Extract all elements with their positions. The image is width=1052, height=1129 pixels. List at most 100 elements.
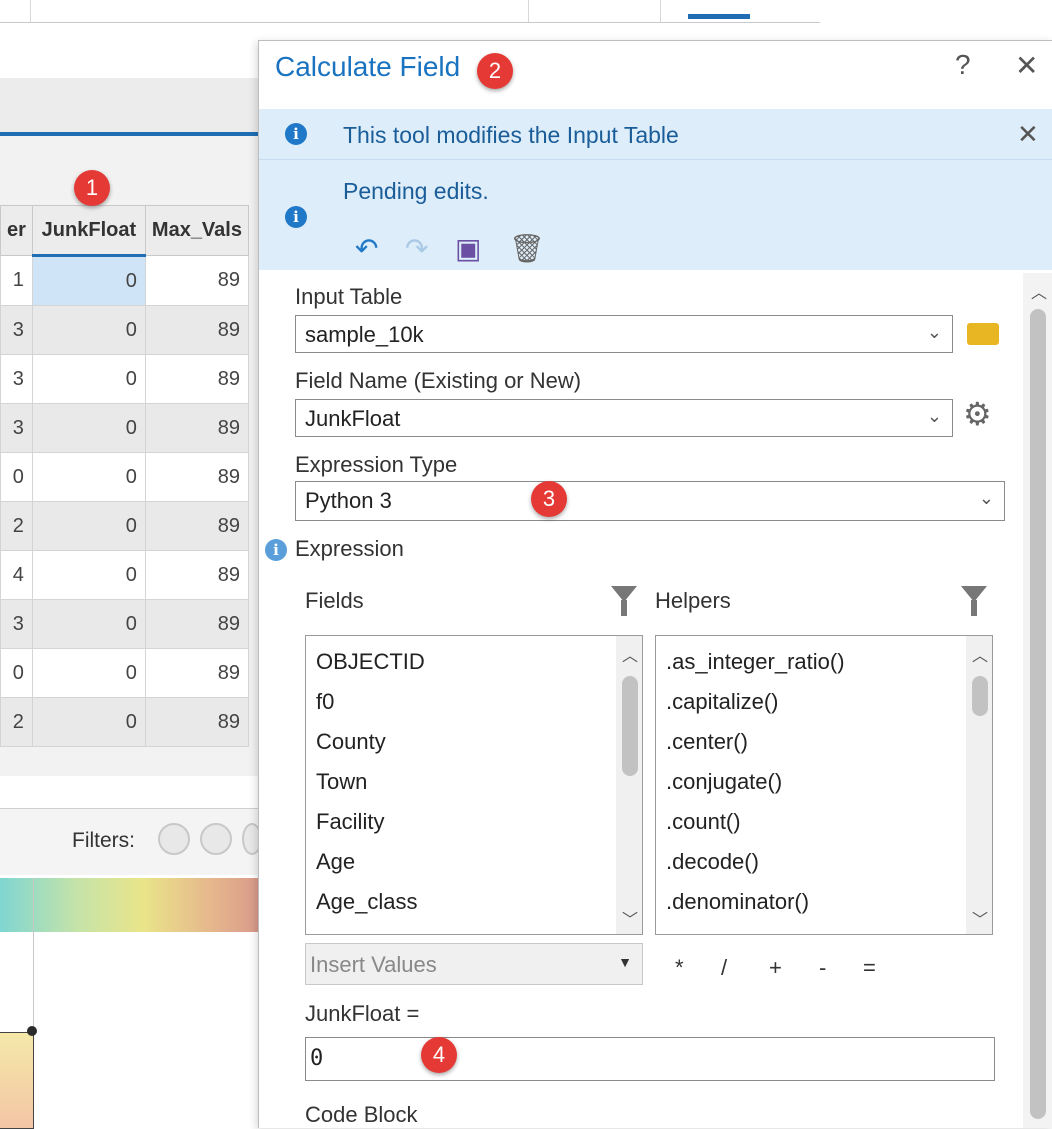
help-button[interactable]: ? [955,49,971,81]
cell[interactable]: 89 [144,255,249,306]
cell[interactable]: 4 [0,550,33,600]
cell[interactable]: 89 [144,403,249,453]
cell[interactable]: 89 [144,550,249,600]
cell[interactable]: 2 [0,697,33,747]
fields-filter-icon[interactable] [611,586,637,616]
table-row[interactable]: 0 0 89 [0,452,249,502]
cell[interactable]: 0 [31,501,146,551]
cell[interactable]: 89 [144,354,249,404]
table-row[interactable]: 3 0 89 [0,305,249,355]
list-item[interactable]: County [316,722,425,762]
folder-icon[interactable] [967,323,999,345]
time-filter-icon[interactable] [158,823,190,855]
list-item[interactable]: .decode() [666,842,845,882]
cell[interactable]: 0 [31,305,146,355]
cell[interactable]: 89 [144,648,249,698]
cell[interactable]: 0 [31,255,146,306]
cell[interactable]: 2 [0,501,33,551]
gear-icon[interactable]: ⚙ [963,395,992,433]
chart-bar[interactable] [0,1032,34,1129]
list-item[interactable]: Age_class [316,882,425,922]
step-badge-3: 3 [531,481,567,517]
helpers-list[interactable]: .as_integer_ratio() .capitalize() .cente… [655,635,993,935]
list-item[interactable]: Facility [316,802,425,842]
cell[interactable]: 0 [31,599,146,649]
expression-input[interactable]: 0 [305,1037,995,1081]
list-item[interactable]: .conjugate() [666,762,845,802]
scrollbar[interactable]: ︿ ﹀ [966,636,992,934]
scroll-down-icon[interactable]: ﹀ [622,906,638,930]
dismiss-info-button[interactable]: ✕ [1017,119,1039,150]
cell[interactable]: 89 [144,599,249,649]
table-row[interactable]: 1 0 89 [0,255,249,306]
discard-edits-icon[interactable]: 🗑 [509,232,545,265]
save-edits-icon[interactable]: ▣ [455,232,481,265]
insert-values-dropdown[interactable]: Insert Values ▼ [305,943,643,985]
divide-operator-button[interactable]: / [721,955,727,981]
chart-vertex[interactable] [27,1026,37,1036]
add-operator-button[interactable]: + [769,955,782,981]
helpers-filter-icon[interactable] [961,586,987,616]
input-table-dropdown[interactable]: sample_10k ⌄ [295,315,953,353]
list-item[interactable]: f0 [316,682,425,722]
cell[interactable]: 3 [0,305,33,355]
redo-icon[interactable]: ↷ [405,232,428,265]
table-row[interactable]: 2 0 89 [0,501,249,551]
cell[interactable]: 0 [0,452,33,502]
column-header[interactable]: er [0,205,33,256]
subtract-operator-button[interactable]: - [819,955,826,981]
table-row[interactable]: 3 0 89 [0,599,249,649]
list-item[interactable]: .count() [666,802,845,842]
chevron-down-icon: ⌄ [926,406,942,426]
cell[interactable]: 0 [31,354,146,404]
list-item[interactable]: OBJECTID [316,642,425,682]
list-item[interactable]: Town [316,762,425,802]
cell[interactable]: 89 [144,452,249,502]
list-item[interactable]: .center() [666,722,845,762]
cell[interactable]: 89 [144,501,249,551]
info-icon[interactable]: i [265,539,287,561]
cell[interactable]: 89 [144,305,249,355]
cell[interactable]: 0 [31,452,146,502]
cell[interactable]: 0 [31,550,146,600]
scroll-up-icon[interactable]: ︿ [1031,279,1047,303]
cell[interactable]: 3 [0,403,33,453]
scroll-up-icon[interactable]: ︿ [972,642,988,666]
range-filter-icon[interactable] [200,823,232,855]
cell[interactable]: 0 [31,648,146,698]
list-item[interactable]: .as_integer_ratio() [666,642,845,682]
undo-icon[interactable]: ↶ [355,232,378,265]
dialog-scrollbar[interactable]: ︿ [1023,273,1052,1128]
cell[interactable]: 0 [31,697,146,747]
list-item[interactable]: .denominator() [666,882,845,922]
equals-operator-button[interactable]: = [863,955,876,981]
cell[interactable]: 0 [0,648,33,698]
list-item[interactable]: Age [316,842,425,882]
scroll-thumb[interactable] [972,676,988,716]
expression-value: 0 [310,1046,324,1071]
field-name-dropdown[interactable]: JunkFloat ⌄ [295,399,953,437]
multiply-operator-button[interactable]: * [675,955,684,981]
scroll-down-icon[interactable]: ﹀ [972,906,988,930]
column-header-junkfloat[interactable]: JunkFloat [31,205,146,257]
table-row[interactable]: 2 0 89 [0,697,249,747]
cell[interactable]: 3 [0,599,33,649]
scroll-thumb[interactable] [1030,309,1046,1119]
scroll-thumb[interactable] [622,676,638,776]
list-item[interactable]: .capitalize() [666,682,845,722]
insert-values-label: Insert Values [310,952,437,977]
column-header-max-vals[interactable]: Max_Vals [144,205,249,256]
cell[interactable]: 1 [0,255,33,306]
cell[interactable]: 89 [144,697,249,747]
table-row[interactable]: 3 0 89 [0,354,249,404]
close-button[interactable]: ✕ [1015,49,1038,82]
scroll-up-icon[interactable]: ︿ [622,642,638,666]
expression-type-dropdown[interactable]: Python 3 ⌄ [295,481,1005,521]
scrollbar[interactable]: ︿ ﹀ [616,636,642,934]
cell[interactable]: 0 [31,403,146,453]
table-row[interactable]: 3 0 89 [0,403,249,453]
fields-list[interactable]: OBJECTID f0 County Town Facility Age Age… [305,635,643,935]
table-row[interactable]: 4 0 89 [0,550,249,600]
cell[interactable]: 3 [0,354,33,404]
table-row[interactable]: 0 0 89 [0,648,249,698]
